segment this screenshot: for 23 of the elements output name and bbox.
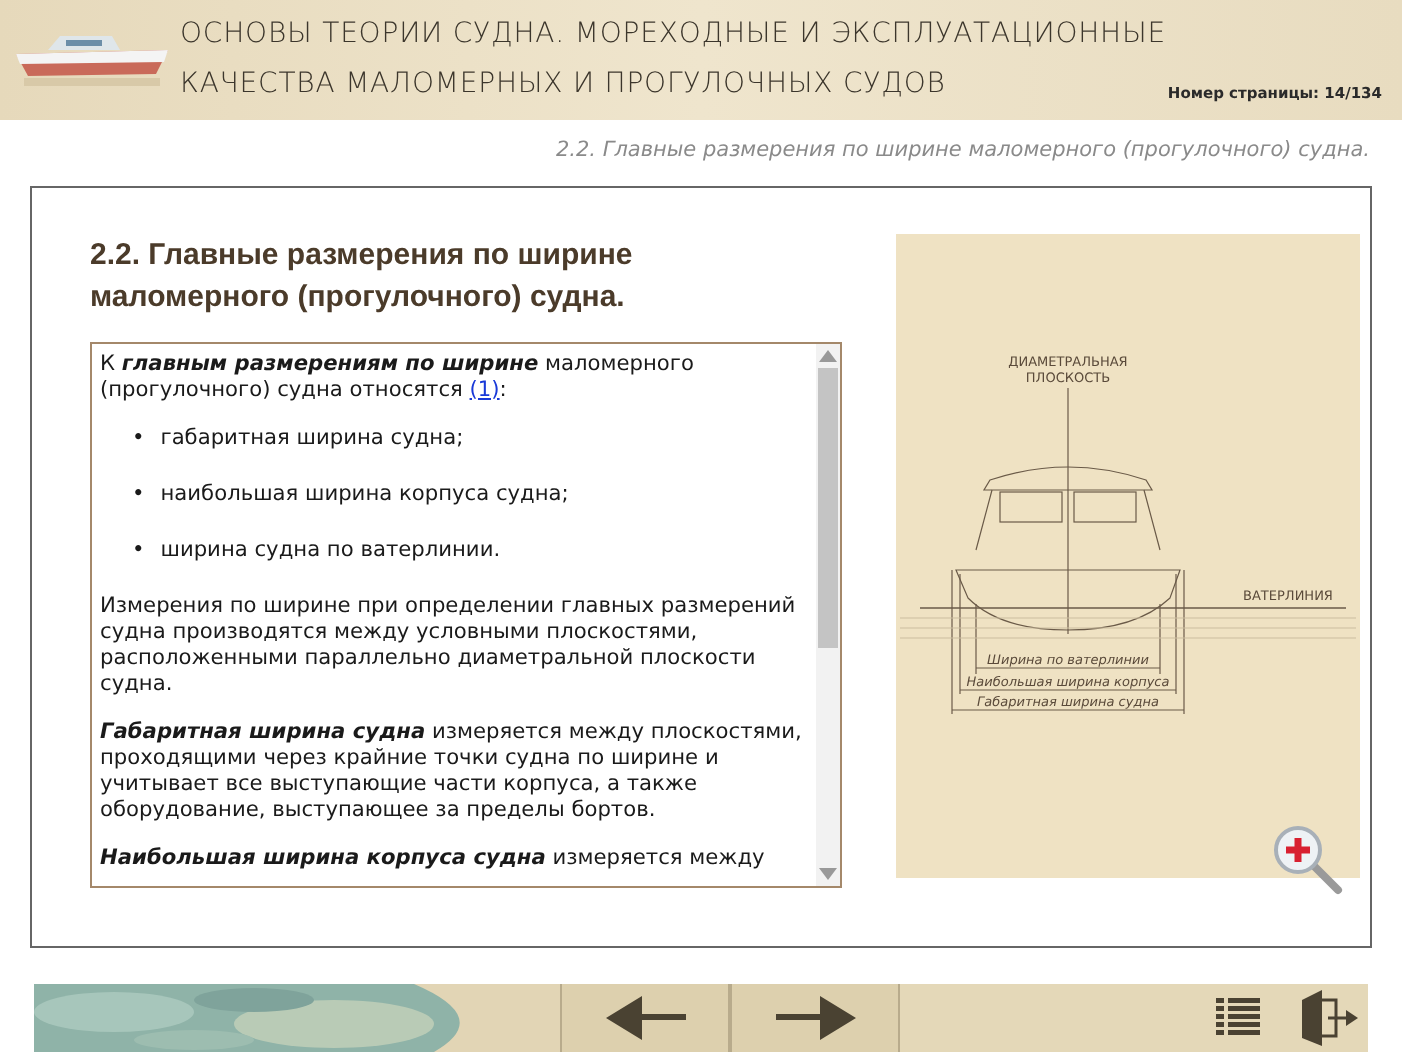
list-item: наибольшая ширина корпуса судна; [160,481,569,506]
intro-paragraph: К главным размерениям по ширине маломерного (прогулочного) судна относятся (1): [100,351,696,404]
paragraph: Габаритная ширина судна измеряется между плоскостями, проходящими через крайние точки судна по ширине и учитывает все выступающие части корпуса, а также оборудование, выступающее за пределы бортов. [100,719,804,824]
right-arrow-icon [773,994,857,1042]
list-item: габаритная ширина судна; [160,425,464,450]
exit-icon[interactable] [1300,990,1360,1046]
list-bullet: • [132,537,145,562]
contents-list-icon[interactable] [1216,996,1260,1040]
section-heading: 2.2. Главные размерения по ширине маломерного (прогулочного) судна. [90,235,635,318]
list-bullet: • [132,481,145,506]
paragraph: Измерения по ширине при определении главных размерений судна производятся между условными плоскостями, расположенными параллельно диаметральной плоскости судна. [100,593,798,698]
left-arrow-icon [603,994,687,1042]
breadcrumb: 2.2. Главные размерения по ширине маломерного (прогулочного) судна. [553,135,1372,166]
course-title: ОСНОВЫ ТЕОРИИ СУДНА. МОРЕХОДНЫЕ И ЭКСПЛУАТАЦИОННЫЕ [180,15,1166,54]
reference-link[interactable]: (1) [469,377,500,402]
scrollbar[interactable] [816,343,840,886]
list-item: ширина судна по ватерлинии. [160,537,501,562]
course-title: КАЧЕСТВА МАЛОМЕРНЫХ И ПРОГУЛОЧНЫХ СУДОВ [180,65,948,104]
next-button[interactable] [730,984,900,1052]
zoom-in-icon[interactable] [1272,823,1344,896]
list-bullet: • [132,425,145,450]
paragraph: Наибольшая ширина корпуса судна измеряется между [100,845,767,872]
back-button[interactable] [560,984,730,1052]
